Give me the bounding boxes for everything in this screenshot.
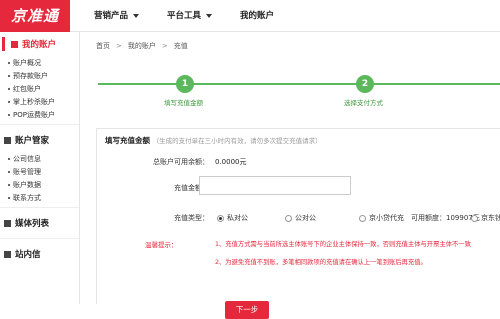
nav-marketing-products[interactable]: 营销产品 xyxy=(94,0,140,32)
radio-label: 京东钱包 xyxy=(481,214,500,222)
step-1-circle: 1 xyxy=(176,75,194,93)
manager-icon xyxy=(4,136,11,144)
sidebar-item-account-management[interactable]: 账号管理 xyxy=(0,165,79,178)
radio-icon xyxy=(471,214,478,222)
sidebar: 我的账户 账户概况 预存款账户 红包账户 掌上秒杀账户 POP运费账户 账户管家… xyxy=(0,32,80,304)
sidebar-section-account-manager[interactable]: 账户管家 xyxy=(0,128,79,152)
radio-jd-loan[interactable]: 京小贷代充 xyxy=(359,213,404,223)
sidebar-item-pop-shipping-account[interactable]: POP运费账户 xyxy=(0,108,79,121)
warning-text-1: 1、充值方式需与当前所选主体账号下的企业主体保持一致，否则充值主体与开票主体不一… xyxy=(215,241,471,248)
radio-public-to-public[interactable]: 公对公 xyxy=(285,213,316,223)
step-progress: 1 填写充值金额 2 选择支付方式 xyxy=(88,66,500,118)
chevron-down-icon xyxy=(206,14,213,18)
warning-text-2: 2、为避免充值不到账，多笔相同款项的充值请在确认上一笔到账后再充值。 xyxy=(215,259,427,266)
top-bar: 京准通 营销产品 平台工具 我的账户 xyxy=(0,0,500,32)
divider xyxy=(0,238,79,239)
nav-label: 营销产品 xyxy=(94,11,129,21)
radio-selected-icon xyxy=(217,214,224,222)
nav-my-account[interactable]: 我的账户 xyxy=(240,0,274,32)
sidebar-item-company-info[interactable]: 公司信息 xyxy=(0,152,79,165)
sidebar-section-inbox[interactable]: 站内信 xyxy=(0,242,79,266)
active-indicator xyxy=(2,37,5,51)
nav-platform-tools[interactable]: 平台工具 xyxy=(167,0,213,32)
step-2-label: 选择支付方式 xyxy=(344,99,383,107)
main-content: 首页 > 我的账户 > 充值 1 填写充值金额 2 选择支付方式 填写充值金额 … xyxy=(88,32,500,319)
account-icon xyxy=(11,40,18,48)
sidebar-section-title: 站内信 xyxy=(15,250,41,260)
type-label: 充值类型： xyxy=(174,214,209,222)
breadcrumb-my-account[interactable]: 我的账户 xyxy=(128,41,156,51)
sidebar-section-my-account[interactable]: 我的账户 xyxy=(0,32,79,56)
chevron-right-icon: > xyxy=(116,42,122,50)
sidebar-item-account-data[interactable]: 账户数据 xyxy=(0,178,79,191)
radio-label: 私对公 xyxy=(227,214,248,222)
balance-label: 总账户可用余额： xyxy=(153,158,209,166)
form-title-note: （生成的支付单在三小时内有效，请勿多次提交充值请求） xyxy=(152,137,322,145)
top-nav: 营销产品 平台工具 我的账户 xyxy=(94,0,302,32)
sidebar-section-media-list[interactable]: 媒体列表 xyxy=(0,211,79,235)
breadcrumb-current: 充值 xyxy=(173,42,188,50)
form-title: 填写充值金额 （生成的支付单在三小时内有效，请勿多次提交充值请求） xyxy=(105,135,322,146)
warning-label: 温馨提示： xyxy=(145,241,178,249)
radio-jd-wallet[interactable]: 京东钱包 xyxy=(471,213,500,223)
credit-label: 可用额度： xyxy=(411,214,446,222)
radio-label: 公对公 xyxy=(295,214,316,222)
sidebar-item-account-overview[interactable]: 账户概况 xyxy=(0,56,79,69)
sidebar-item-red-packet-account[interactable]: 红包账户 xyxy=(0,82,79,95)
form-title-text: 填写充值金额 xyxy=(105,136,150,145)
divider xyxy=(0,124,79,125)
sidebar-item-flash-sale-account[interactable]: 掌上秒杀账户 xyxy=(0,95,79,108)
amount-input[interactable] xyxy=(199,176,351,195)
radio-icon xyxy=(359,214,366,222)
progress-line xyxy=(98,83,500,85)
logo[interactable]: 京准通 xyxy=(0,0,70,32)
chevron-down-icon xyxy=(133,14,140,18)
nav-label: 平台工具 xyxy=(167,11,202,21)
credit-info: 可用额度： 109907元 xyxy=(411,213,480,223)
recharge-form: 填写充值金额 （生成的支付单在三小时内有效，请勿多次提交充值请求） 总账户可用余… xyxy=(96,128,500,319)
sidebar-section-title: 媒体列表 xyxy=(15,219,50,229)
chevron-right-icon: > xyxy=(161,42,168,50)
sidebar-item-contact[interactable]: 联系方式 xyxy=(0,191,79,204)
breadcrumb-home[interactable]: 首页 xyxy=(96,41,110,51)
radio-label: 京小贷代充 xyxy=(369,214,404,222)
message-icon xyxy=(4,250,11,258)
sidebar-item-deposit-account[interactable]: 预存款账户 xyxy=(0,69,79,82)
nav-label: 我的账户 xyxy=(240,11,275,21)
media-icon xyxy=(4,219,11,227)
breadcrumb: 首页 > 我的账户 > 充值 xyxy=(88,32,500,60)
sidebar-section-title: 账户管家 xyxy=(15,136,50,146)
balance-value: 0.0000元 xyxy=(215,158,247,166)
step-2-circle: 2 xyxy=(356,75,374,93)
radio-icon xyxy=(285,214,292,222)
radio-private-to-public[interactable]: 私对公 xyxy=(217,213,248,223)
divider xyxy=(0,207,79,208)
step-1-label: 填写充值金额 xyxy=(164,99,203,107)
sidebar-section-title: 我的账户 xyxy=(22,40,57,50)
